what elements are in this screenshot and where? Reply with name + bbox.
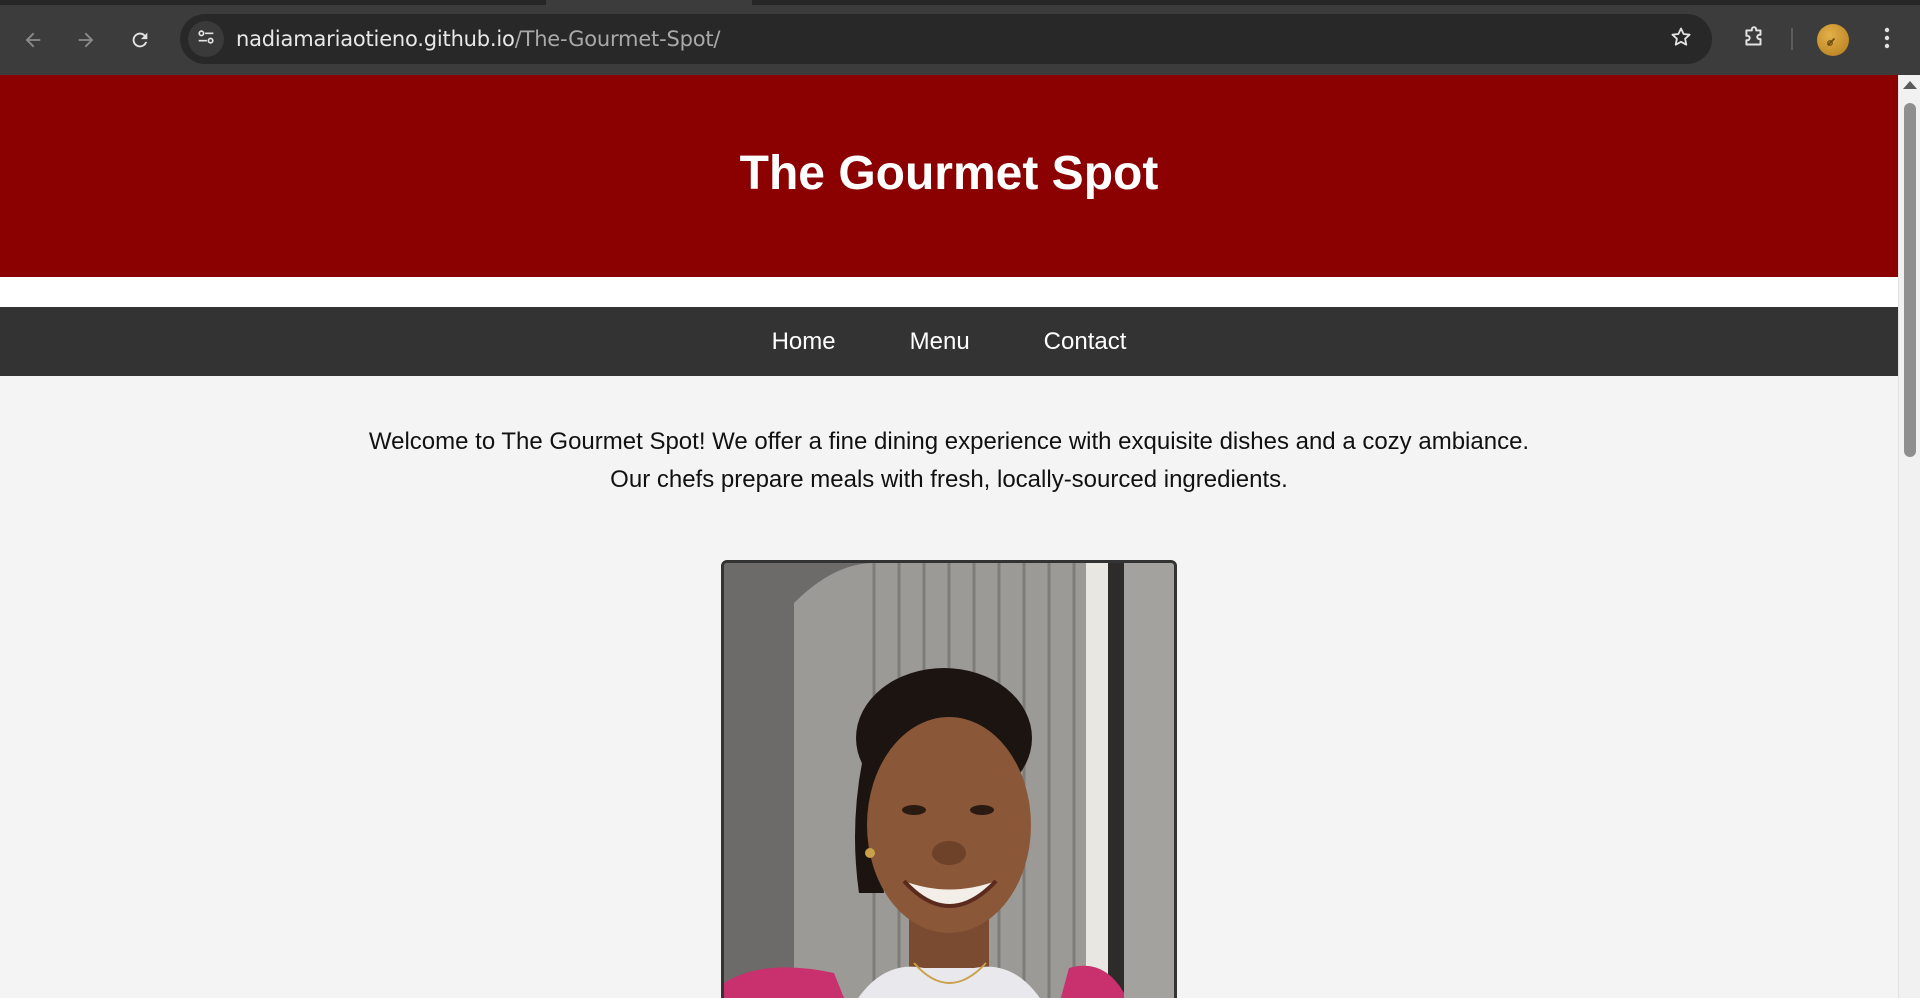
site-header: The Gourmet Spot (0, 75, 1898, 277)
profile-icon (1827, 37, 1836, 46)
nav-link-menu[interactable]: Menu (910, 328, 970, 356)
scroll-up-arrow-icon[interactable] (1903, 81, 1917, 89)
chef-photo (721, 560, 1177, 998)
header-spacer (0, 277, 1898, 307)
toolbar-separator (1791, 28, 1793, 50)
intro-line-2: Our chefs prepare meals with fresh, loca… (610, 466, 1288, 493)
active-tab[interactable] (546, 0, 752, 5)
url-path: /The-Gourmet-Spot/ (514, 27, 721, 51)
reload-icon (129, 29, 151, 51)
star-icon (1669, 25, 1693, 54)
nav-link-contact[interactable]: Contact (1044, 328, 1127, 356)
tab-strip (0, 0, 1920, 5)
portrait-illustration (724, 563, 1174, 998)
url-text[interactable]: nadiamariaotieno.github.io/The-Gourmet-S… (236, 14, 720, 64)
browser-menu-button[interactable] (1872, 22, 1902, 58)
forward-arrow-icon (75, 29, 97, 51)
page-scrollbar[interactable] (1898, 75, 1920, 998)
profile-avatar[interactable] (1817, 24, 1849, 56)
nav-link-home[interactable]: Home (772, 328, 836, 356)
browser-toolbar: nadiamariaotieno.github.io/The-Gourmet-S… (0, 0, 1920, 75)
intro-text: Welcome to The Gourmet Spot! We offer a … (0, 423, 1898, 499)
extensions-icon (1741, 25, 1767, 56)
bookmark-button[interactable] (1666, 24, 1696, 54)
intro-line-1: Welcome to The Gourmet Spot! We offer a … (368, 428, 1530, 455)
url-host: nadiamariaotieno.github.io (236, 27, 515, 51)
extensions-button[interactable] (1736, 22, 1772, 58)
site-info-icon (195, 26, 217, 53)
back-arrow-icon (22, 29, 44, 51)
forward-button[interactable] (68, 22, 104, 58)
address-bar[interactable]: nadiamariaotieno.github.io/The-Gourmet-S… (180, 14, 1712, 64)
site-title: The Gourmet Spot (739, 147, 1159, 200)
reload-button[interactable] (122, 22, 158, 58)
kebab-menu-icon (1884, 27, 1890, 54)
site-nav: Home Menu Contact (0, 307, 1898, 376)
scrollbar-thumb[interactable] (1904, 103, 1916, 457)
site-info-button[interactable] (188, 21, 224, 57)
back-button[interactable] (15, 22, 51, 58)
page-viewport: The Gourmet Spot Home Menu Contact Welco… (0, 75, 1898, 998)
